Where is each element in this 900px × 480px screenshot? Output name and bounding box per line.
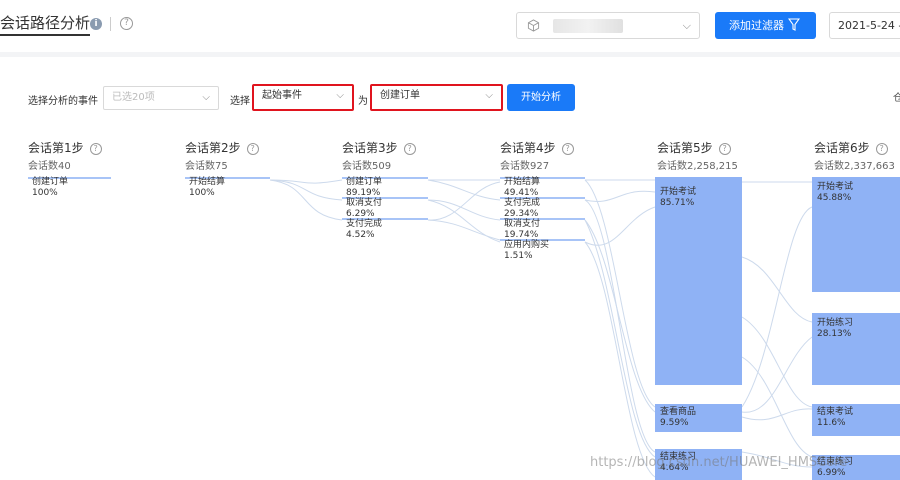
step-3-title: 会话第3步? [342, 139, 416, 156]
top-header: 会话路径分析 i ? ⌵ 添加过滤器 2021-5-24 - 20 [0, 0, 900, 52]
page-title: 会话路径分析 [0, 14, 91, 36]
step-2-title: 会话第2步? [185, 139, 259, 156]
step-4-title: 会话第4步? [500, 139, 574, 156]
step-1-sessions: 会话数40 [28, 161, 71, 172]
step-1-title: 会话第1步? [28, 139, 102, 156]
step-5-title: 会话第5步? [657, 139, 731, 156]
help-icon[interactable]: ? [403, 143, 416, 155]
step-3-node-2[interactable]: 取消支付 6.29% [346, 198, 382, 220]
step-5-sessions: 会话数2,258,215 [657, 161, 738, 172]
add-filter-label: 添加过滤器 [729, 19, 784, 32]
app-name-redacted [553, 19, 623, 33]
add-filter-button[interactable]: 添加过滤器 [715, 12, 816, 39]
analysis-panel: 选择分析的事件 已选20项 ⌵ 选择 起始事件 ⌵ 为 创建订单 ⌵ 开始分析 … [0, 57, 900, 480]
step-3-sessions: 会话数509 [342, 161, 392, 172]
flow-lines [269, 179, 813, 478]
step-4-node-4[interactable]: 应用内购买 1.51% [504, 240, 549, 262]
app-select[interactable]: ⌵ [516, 12, 700, 39]
date-range-picker[interactable]: 2021-5-24 - 20 [829, 12, 900, 39]
watermark: https://blog.csdn.net/HUAWEI_HMSCore [590, 455, 848, 470]
step-2-node-1[interactable]: 开始结算 100% [189, 177, 225, 199]
step-3-node-3[interactable]: 支付完成 4.52% [346, 219, 382, 241]
header-divider [110, 17, 111, 31]
step-6-sessions: 会话数2,337,663 [814, 161, 895, 172]
step-4-sessions: 会话数927 [500, 161, 550, 172]
step-6-node-3[interactable]: 结束考试 11.6% [817, 407, 853, 429]
help-icon[interactable]: ? [561, 143, 574, 155]
help-icon[interactable]: ? [875, 143, 888, 155]
help-icon[interactable]: ? [89, 143, 102, 155]
step-2-sessions: 会话数75 [185, 161, 228, 172]
help-icon[interactable]: ? [246, 143, 259, 155]
step-5-node-1[interactable]: 开始考试 85.71% [660, 187, 696, 209]
step-4-node-1[interactable]: 开始结算 49.41% [504, 177, 540, 199]
step-6-node-2[interactable]: 开始练习 28.13% [817, 318, 853, 340]
help-icon[interactable]: ? [718, 143, 731, 155]
help-icon[interactable]: ? [120, 17, 133, 30]
step-4-node-2[interactable]: 支付完成 29.34% [504, 198, 540, 220]
funnel-icon [788, 18, 800, 31]
step-5-node-2[interactable]: 查看商品 9.59% [660, 407, 696, 429]
chevron-down-icon: ⌵ [682, 19, 691, 32]
step-3-node-1[interactable]: 创建订单 89.19% [346, 177, 382, 199]
step-6-title: 会话第6步? [814, 139, 888, 156]
cube-icon [527, 19, 540, 32]
step-6-node-1[interactable]: 开始考试 45.88% [817, 182, 853, 204]
step-4-node-3[interactable]: 取消支付 19.74% [504, 219, 540, 241]
step-1-node-1[interactable]: 创建订单 100% [32, 177, 68, 199]
info-icon[interactable]: i [90, 18, 102, 30]
